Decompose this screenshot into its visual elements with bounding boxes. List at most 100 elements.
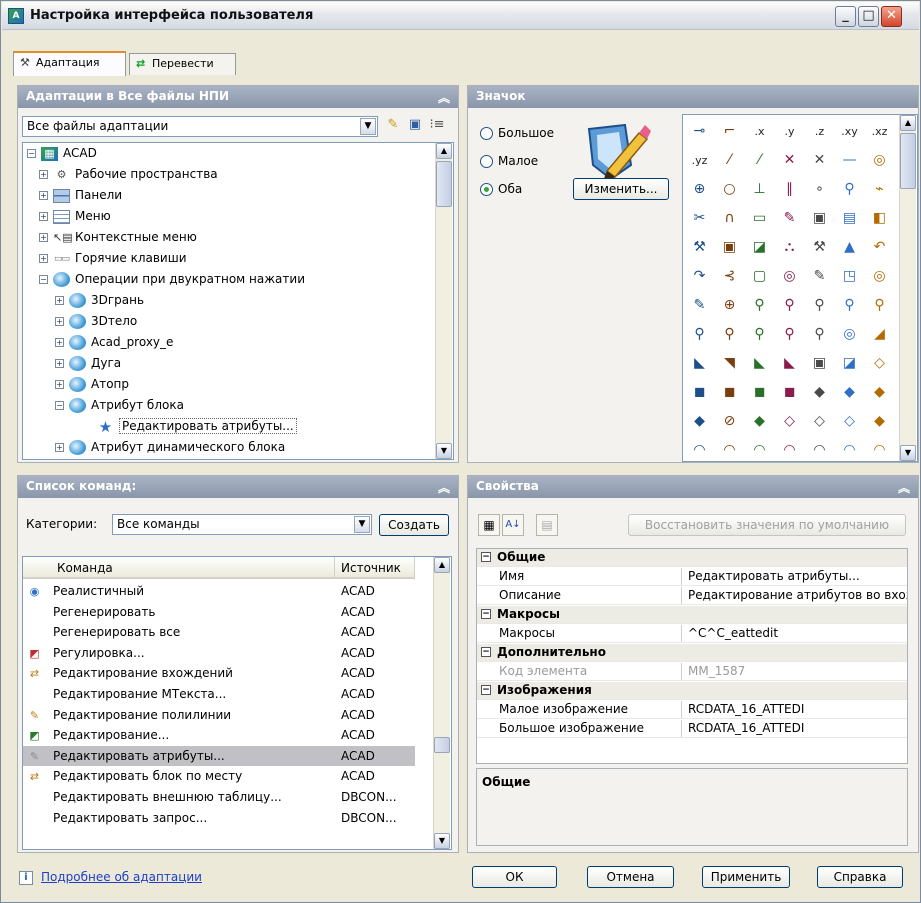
radio-both-dot[interactable] <box>480 183 493 196</box>
command-row[interactable]: ◩ Регулировка... ACAD <box>23 643 415 664</box>
scroll-up-icon[interactable]: ▲ <box>434 557 450 573</box>
image-cell[interactable]: ⚲ <box>687 322 712 347</box>
image-cell[interactable]: .y <box>777 119 802 144</box>
expand-icon[interactable]: + <box>55 443 64 452</box>
scroll-up-icon[interactable]: ▲ <box>900 115 916 131</box>
image-cell[interactable]: ◆ <box>837 380 862 405</box>
property-value[interactable]: ^C^C_eattedit <box>681 625 907 642</box>
tree-scrollbar[interactable]: ▲ ▼ <box>435 143 452 459</box>
change-image-button[interactable]: Изменить... <box>573 178 669 200</box>
image-cell[interactable]: .z <box>807 119 832 144</box>
open-file-icon[interactable]: ✎ <box>384 116 402 134</box>
collapse-icon[interactable]: ︽ <box>438 89 450 106</box>
apply-button[interactable]: Применить <box>702 866 790 888</box>
command-row[interactable]: Редактировать запрос... DBCON... <box>23 808 415 829</box>
property-value[interactable]: Редактировать атрибуты... <box>681 568 907 585</box>
command-row[interactable]: ◩ Редактирование... ACAD <box>23 725 415 746</box>
image-cell[interactable]: ⚒ <box>687 235 712 260</box>
tree-item[interactable]: + Атопр <box>55 374 129 395</box>
collapse-tree-icon[interactable]: − <box>481 685 491 695</box>
image-cell[interactable]: .xy <box>837 119 862 144</box>
property-category[interactable]: − Изображения <box>477 682 907 700</box>
expand-icon[interactable]: + <box>39 233 48 242</box>
image-cell[interactable]: ◠ <box>777 438 802 461</box>
scroll-down-icon[interactable]: ▼ <box>434 833 450 849</box>
image-cell[interactable]: ▣ <box>807 351 832 376</box>
radio-both[interactable]: Оба <box>480 182 522 200</box>
image-cell[interactable]: ◪ <box>837 351 862 376</box>
image-cell[interactable]: ◼ <box>777 380 802 405</box>
image-cell[interactable]: ◧ <box>867 206 892 231</box>
image-cell[interactable]: ∥ <box>777 177 802 202</box>
property-category[interactable]: − Макросы <box>477 606 907 624</box>
image-cell[interactable]: ◣ <box>687 351 712 376</box>
command-row[interactable]: ◉ Реалистичный ACAD <box>23 581 415 602</box>
command-row[interactable]: Редактирование МТекста... ACAD <box>23 684 415 705</box>
help-button[interactable]: Справка <box>817 866 903 888</box>
image-cell[interactable]: ◆ <box>747 409 772 434</box>
tree-item[interactable]: + Дуга <box>55 353 121 374</box>
image-cell[interactable]: ◎ <box>867 148 892 173</box>
chevron-down-icon[interactable]: ▼ <box>354 516 370 533</box>
image-cell[interactable]: ▭ <box>747 206 772 231</box>
collapse-tree-icon[interactable]: − <box>55 401 64 410</box>
property-value[interactable]: RCDATA_16_ATTEDI <box>681 701 907 718</box>
property-value[interactable]: MM_1587 <box>681 663 907 680</box>
tree-item[interactable]: + Меню <box>39 206 111 227</box>
image-cell[interactable]: ⁄ <box>717 148 742 173</box>
image-cell[interactable]: ○ <box>717 177 742 202</box>
image-cell[interactable]: ▣ <box>717 235 742 260</box>
image-cell[interactable]: ◣ <box>777 351 802 376</box>
command-list-scrollbar[interactable]: ▲ ▼ <box>433 557 450 849</box>
image-cell[interactable]: ◠ <box>687 438 712 461</box>
tree-item[interactable]: + ⚙ Рабочие пространства <box>39 164 218 185</box>
image-cell[interactable]: ◠ <box>837 438 862 461</box>
tab-transfer[interactable]: ⇄ Перевести <box>129 53 236 75</box>
tree-item[interactable]: − ▦ ACAD <box>27 143 97 164</box>
image-cell[interactable]: ◼ <box>717 380 742 405</box>
image-cell[interactable]: ◆ <box>687 409 712 434</box>
image-cell[interactable]: ◆ <box>867 380 892 405</box>
tree-item[interactable]: + Acad_proxy_e <box>55 332 173 353</box>
cancel-button[interactable]: Отмена <box>587 866 674 888</box>
image-cell[interactable]: ◎ <box>777 264 802 289</box>
image-cell[interactable]: ⚲ <box>717 322 742 347</box>
image-cell[interactable]: ◇ <box>867 351 892 376</box>
image-cell[interactable]: ⊰ <box>717 264 742 289</box>
image-cell[interactable]: ⊥ <box>747 177 772 202</box>
properties-grid[interactable]: − Общие Имя Редактировать атрибуты... Описан… <box>476 548 908 764</box>
image-cell[interactable]: ◆ <box>867 409 892 434</box>
scroll-down-icon[interactable]: ▼ <box>436 443 452 459</box>
property-category[interactable]: − Дополнительно <box>477 644 907 662</box>
image-cell[interactable]: ▣ <box>807 206 832 231</box>
image-cell[interactable]: ⊘ <box>717 409 742 434</box>
image-cell[interactable]: ◠ <box>867 438 892 461</box>
command-row[interactable]: ✎ Редактирование полилинии ACAD <box>23 705 415 726</box>
image-cell[interactable]: ⌁ <box>867 177 892 202</box>
image-cell[interactable]: ⊕ <box>687 177 712 202</box>
expand-icon[interactable]: + <box>39 212 48 221</box>
property-row[interactable]: Большое изображение RCDATA_16_ATTEDI <box>477 720 907 738</box>
collapse-tree-icon[interactable]: − <box>481 552 491 562</box>
create-command-button[interactable]: Создать <box>379 514 449 536</box>
image-cell[interactable]: ◼ <box>747 380 772 405</box>
tree-item[interactable]: +3Dтело <box>55 311 137 332</box>
scroll-thumb[interactable] <box>436 161 452 207</box>
files-dropdown[interactable]: Все файлы адаптации ▼ <box>22 116 378 137</box>
property-value[interactable]: Редактирование атрибутов во вхождении бл… <box>681 587 907 604</box>
image-cell[interactable]: ⚲ <box>777 293 802 318</box>
image-cell[interactable]: ◆ <box>807 380 832 405</box>
save-icon[interactable]: ▣ <box>406 116 424 134</box>
image-cell[interactable]: ◥ <box>717 351 742 376</box>
image-cell[interactable]: ⚲ <box>807 322 832 347</box>
ok-button[interactable]: ОК <box>472 866 557 888</box>
expand-icon[interactable]: + <box>55 338 64 347</box>
image-cell[interactable]: ∘ <box>807 177 832 202</box>
radio-large[interactable]: Большое <box>480 126 554 144</box>
image-cell[interactable]: .x <box>747 119 772 144</box>
collapse-tree-icon[interactable]: − <box>481 609 491 619</box>
command-list[interactable]: Команда Источник ◉ Реалистичный ACAD Регене… <box>22 556 452 850</box>
command-row[interactable]: Регенерировать ACAD <box>23 602 415 623</box>
tab-customize[interactable]: ⚒ Адаптация <box>13 51 126 76</box>
maximize-button[interactable]: □ <box>858 6 879 27</box>
